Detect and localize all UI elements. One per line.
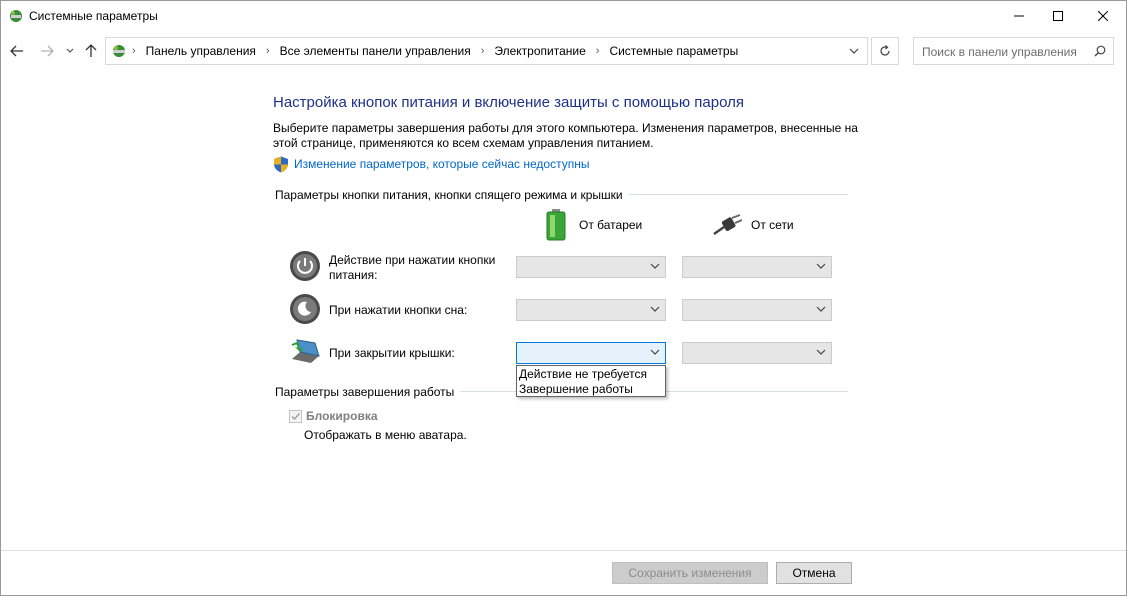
power-button-ac-select[interactable]	[682, 256, 832, 278]
battery-icon	[546, 209, 566, 241]
footer-divider	[1, 550, 1126, 551]
chevron-down-icon	[650, 349, 660, 355]
chevron-down-icon	[816, 306, 826, 312]
search-placeholder: Поиск в панели управления	[922, 45, 1077, 59]
chevron-down-icon	[816, 263, 826, 269]
title-bar: Системные параметры	[1, 1, 1126, 31]
cancel-button[interactable]: Отмена	[776, 562, 852, 584]
breadcrumb-power-options[interactable]: Электропитание	[494, 44, 585, 58]
chevron-down-icon	[816, 349, 826, 355]
chevron-right-icon[interactable]: ›	[596, 45, 600, 57]
sleep-button-battery-select[interactable]	[516, 299, 666, 321]
search-icon	[1094, 45, 1106, 57]
forward-arrow-icon	[41, 45, 54, 57]
breadcrumb-control-panel[interactable]: Панель управления	[146, 44, 256, 58]
change-unavailable-settings-link[interactable]: Изменение параметров, которые сейчас нед…	[294, 157, 590, 171]
power-button-action-label: Действие при нажатии кнопки питания:	[329, 253, 496, 282]
breadcrumb-system-settings[interactable]: Системные параметры	[609, 44, 738, 58]
search-box[interactable]: Поиск в панели управления	[913, 37, 1114, 65]
battery-column-label: От батареи	[579, 218, 643, 232]
dropdown-option-do-nothing[interactable]: Действие не требуется	[519, 367, 647, 381]
refresh-button[interactable]	[871, 37, 899, 65]
control-panel-window: Системные параметры › Панель управления …	[0, 0, 1127, 596]
lock-checkbox-label: Блокировка	[306, 409, 378, 423]
back-button[interactable]	[7, 41, 27, 61]
uac-shield-icon	[274, 156, 288, 173]
ac-column-label: От сети	[751, 218, 794, 232]
laptop-lid-icon	[291, 339, 320, 363]
refresh-icon	[880, 45, 890, 56]
close-icon	[1098, 11, 1108, 21]
save-changes-button[interactable]: Сохранить изменения	[612, 562, 768, 584]
breadcrumb: › Панель управления › Все элементы панел…	[132, 38, 738, 64]
dropdown-option-shut-down[interactable]: Завершение работы	[519, 382, 633, 396]
minimize-icon	[1014, 15, 1024, 17]
lid-close-action-label: При закрытии крышки:	[329, 346, 455, 360]
address-bar[interactable]: › Панель управления › Все элементы панел…	[105, 37, 868, 65]
lid-close-battery-select[interactable]	[516, 342, 666, 364]
page-description: Выберите параметры завершения работы для…	[273, 121, 858, 150]
shutdown-section-label: Параметры завершения работы	[275, 385, 461, 399]
power-plug-icon	[713, 214, 742, 236]
window-title: Системные параметры	[29, 9, 158, 23]
power-button-icon	[290, 251, 320, 281]
chevron-down-icon	[650, 263, 660, 269]
power-options-icon	[10, 10, 22, 22]
up-button[interactable]	[81, 41, 101, 61]
chevron-down-icon	[650, 306, 660, 312]
maximize-icon	[1053, 11, 1063, 21]
chevron-right-icon[interactable]: ›	[481, 45, 485, 57]
recent-locations-button[interactable]	[63, 41, 77, 61]
sleep-button-action-label: При нажатии кнопки сна:	[329, 303, 468, 317]
navigation-bar: › Панель управления › Все элементы панел…	[1, 35, 1126, 67]
lid-close-battery-dropdown-list: Действие не требуется Завершение работы	[516, 365, 666, 397]
lid-close-ac-select[interactable]	[682, 342, 832, 364]
lock-checkbox-description: Отображать в меню аватара.	[304, 428, 467, 442]
chevron-right-icon[interactable]: ›	[266, 45, 270, 57]
address-history-button[interactable]	[841, 38, 867, 64]
chevron-right-icon: ›	[132, 45, 136, 57]
sleep-button-ac-select[interactable]	[682, 299, 832, 321]
chevron-down-icon	[849, 48, 859, 54]
up-arrow-icon	[85, 44, 97, 57]
checkmark-icon	[291, 412, 301, 421]
power-button-battery-select[interactable]	[516, 256, 666, 278]
page-title: Настройка кнопок питания и включение защ…	[273, 94, 744, 111]
close-button[interactable]	[1080, 1, 1126, 31]
power-options-icon	[113, 45, 125, 57]
chevron-down-icon	[66, 48, 74, 53]
maximize-button[interactable]	[1035, 1, 1081, 31]
lock-checkbox[interactable]	[289, 410, 302, 423]
sleep-button-icon	[290, 294, 320, 324]
forward-button[interactable]	[37, 41, 57, 61]
back-arrow-icon	[10, 45, 23, 57]
power-section-label: Параметры кнопки питания, кнопки спящего…	[275, 188, 629, 202]
breadcrumb-all-items[interactable]: Все элементы панели управления	[280, 44, 471, 58]
